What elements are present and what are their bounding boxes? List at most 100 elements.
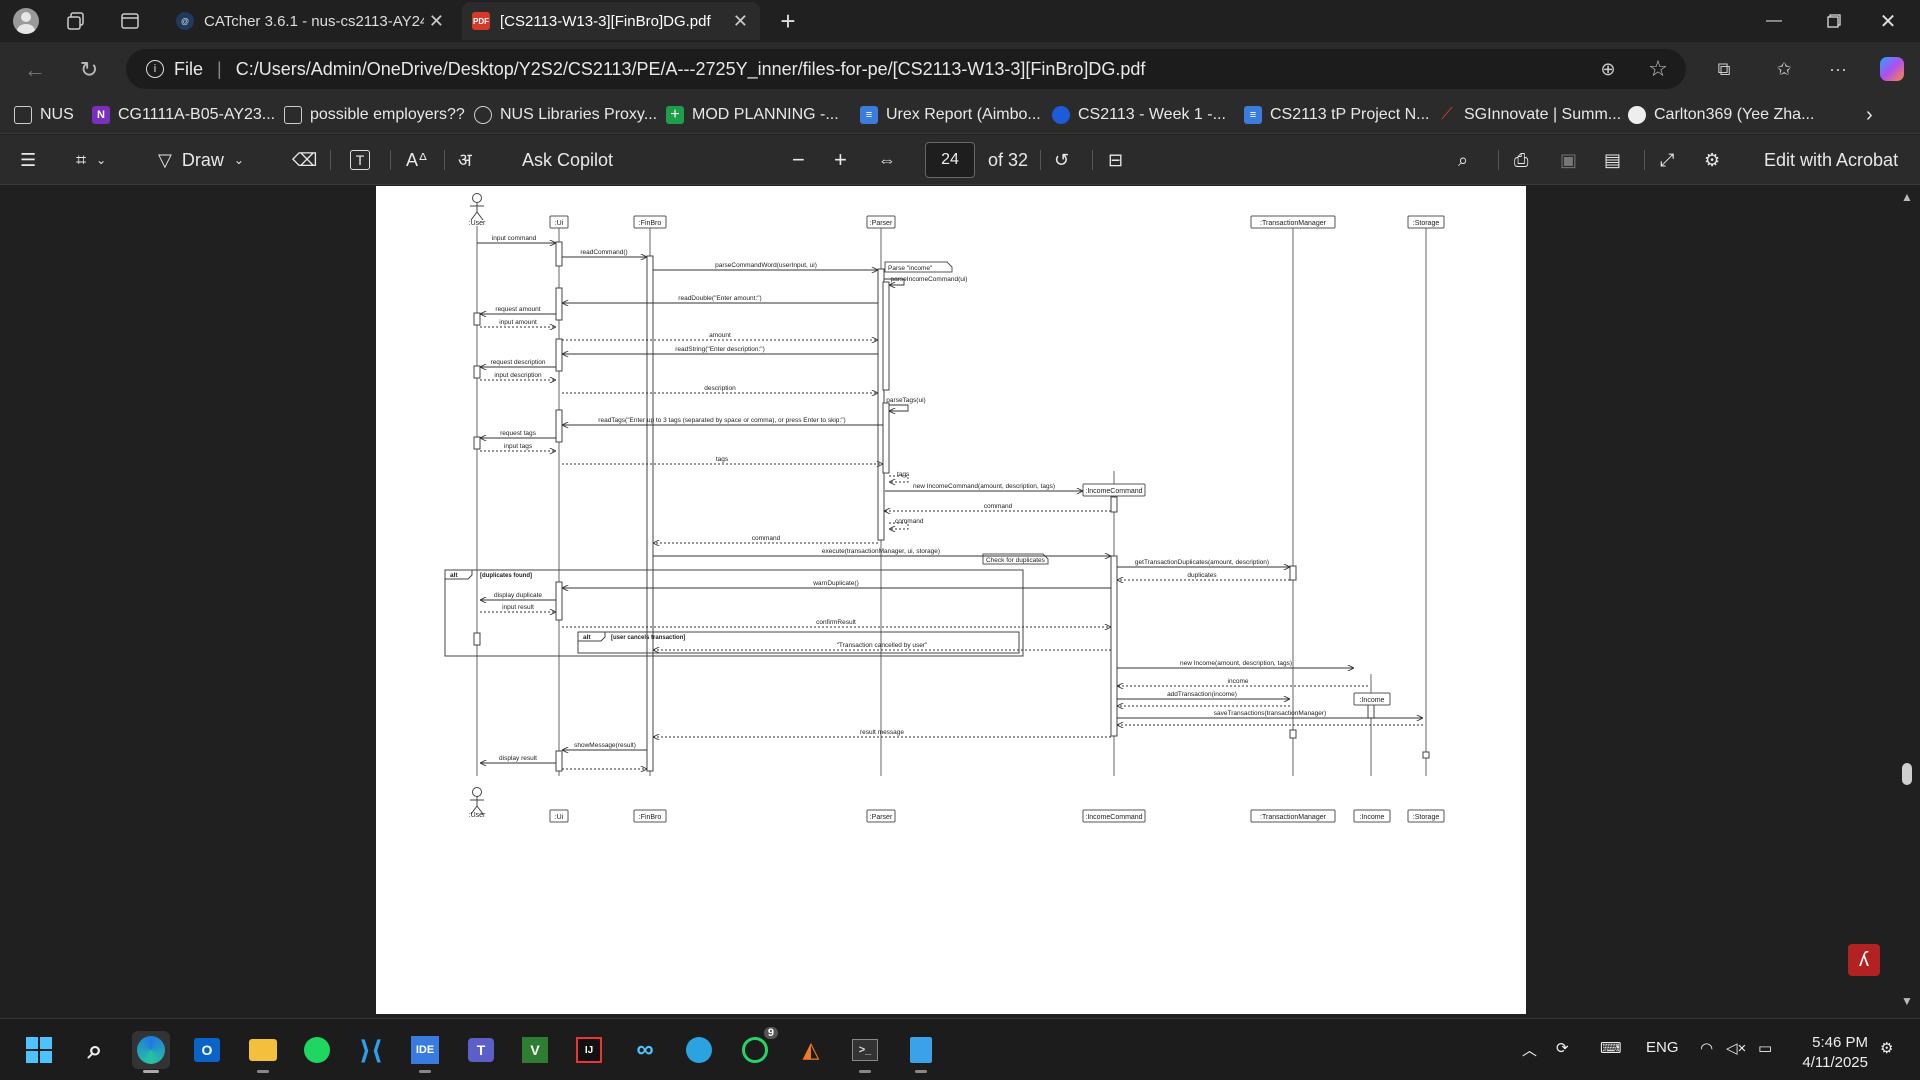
vscode-icon[interactable]: ⟩⟨ [352,1031,390,1069]
scrollbar-thumb[interactable] [1902,763,1912,785]
scroll-down-arrow-icon[interactable]: ▼ [1897,994,1917,1008]
new-tab-icon[interactable]: + [774,6,802,36]
infinity-app-icon[interactable]: ∞ [626,1031,664,1069]
search-icon[interactable]: ⌕ [76,1031,114,1069]
save-as-icon[interactable]: ▤ [1604,146,1621,174]
more-bookmarks-chevron-icon[interactable]: › [1866,104,1873,126]
bookmark-cs2113-tp[interactable]: ≡ CS2113 tP Project N... [1244,104,1429,126]
zoom-icon[interactable]: ⊕ [1594,55,1622,83]
message-label: tags [716,456,729,463]
terminal-icon[interactable]: >_ [846,1031,884,1073]
add-text-icon[interactable]: T [350,146,370,174]
spotify-icon[interactable] [298,1031,336,1069]
search-icon[interactable]: ⌕ [1458,146,1468,174]
page-view-icon[interactable]: ⊟ [1108,146,1123,174]
copilot-icon[interactable] [1878,55,1906,83]
bookmark-cg1111a[interactable]: N CG1111A-B05-AY23... [92,104,275,126]
contents-icon[interactable]: ☰ [20,146,36,174]
read-aloud-icon[interactable]: Aᐞ [406,146,428,174]
toolbar-divider [390,150,391,170]
scrollbar[interactable] [1896,186,1920,1018]
participant-label: :Storage [1413,220,1440,227]
keyboard-icon[interactable]: ⌨ [1600,1039,1622,1057]
chevron-down-icon[interactable]: ⌄ [96,153,106,167]
language-indicator[interactable]: ENG [1646,1039,1679,1056]
file-explorer-icon[interactable] [244,1031,282,1073]
fit-width-icon[interactable]: ⇔ [878,146,896,174]
clock[interactable]: 5:46 PM 4/11/2025 [1802,1033,1868,1073]
activation-transactionmanager [1289,565,1297,581]
sync-icon[interactable]: ⟳ [1556,1039,1569,1057]
catcher-favicon-icon: @ [176,12,194,30]
scroll-up-arrow-icon[interactable]: ▲ [1897,190,1917,204]
jetbrains-icon[interactable]: IJ [570,1031,608,1069]
close-tab-icon[interactable]: ✕ [733,11,748,32]
running-indicator [915,1070,927,1073]
teams-icon[interactable]: T [462,1031,500,1069]
intellij-icon[interactable]: IDE [406,1031,444,1073]
bookmark-urex[interactable]: ≡ Urex Report (Aimbo... [860,104,1041,126]
extensions-icon[interactable]: ⧉ [1710,55,1738,83]
toolbar-divider [1644,150,1645,170]
settings-gear-icon[interactable]: ⚙ [1704,146,1720,174]
back-arrow-icon[interactable]: ← [20,55,50,85]
minimize-icon[interactable]: — [1752,6,1796,36]
bookmark-employers[interactable]: possible employers?? [284,104,465,126]
workspaces-icon[interactable] [62,7,90,35]
refresh-icon[interactable]: ↻ [74,55,104,85]
notification-badge: 9 [763,1027,778,1039]
fullscreen-icon[interactable]: ⤢ [1660,146,1674,174]
highlight-icon[interactable]: ⌗ ⌄ [76,146,106,174]
restore-icon[interactable] [1812,6,1856,36]
activation-parser [882,402,890,474]
close-tab-icon[interactable]: ✕ [429,11,444,32]
bookmark-cs2113-week1[interactable]: CS2113 - Week 1 -... [1052,104,1226,126]
volume-muted-icon[interactable]: ◁× [1726,1039,1746,1057]
eraser-icon[interactable]: ⌫ [292,146,317,174]
profile-avatar-icon[interactable] [12,7,40,35]
ask-copilot-button[interactable]: Ask Copilot [522,146,613,174]
more-options-icon[interactable]: ··· [1824,55,1852,83]
page-number-input[interactable]: 24 [925,142,975,178]
tab-catcher[interactable]: @ CATcher 3.6.1 - nus-cs2113-AY2424S2 ✕ [166,2,456,40]
acrobat-icon[interactable]: ʎ [1848,944,1880,976]
favorite-star-icon[interactable]: ☆ [1644,55,1672,83]
info-icon[interactable]: i [146,60,164,78]
tray-chevron-icon[interactable]: ︿ [1522,1039,1537,1060]
edge-browser-icon[interactable] [132,1031,170,1073]
translate-icon[interactable]: अ [458,146,472,174]
bookmark-github[interactable]: Carlton369 (Yee Zha... [1628,104,1814,126]
close-window-icon[interactable]: ✕ [1866,6,1910,36]
outlook-icon[interactable]: O [188,1031,226,1069]
wifi-icon[interactable]: ◠ [1700,1039,1713,1057]
docs-icon: ≡ [860,106,878,124]
rotate-icon[interactable]: ↺ [1054,146,1069,174]
notifications-icon[interactable]: ⚙ [1880,1039,1893,1057]
url-input[interactable]: i File | C:/Users/Admin/OneDrive/Desktop… [126,49,1686,89]
draw-button[interactable]: ▽ Draw ⌄ [158,146,244,174]
message-label: result message [860,729,904,736]
zoom-out-icon[interactable]: − [792,146,805,174]
tab-pdf[interactable]: PDF [CS2113-W13-3][FinBro]DG.pdf ✕ [462,2,760,40]
start-windows-icon[interactable] [20,1031,58,1069]
save-icon[interactable]: ▣ [1560,146,1577,174]
whatsapp-icon[interactable]: 9 [736,1027,778,1069]
matlab-icon[interactable]: ◭ [792,1031,830,1069]
bookmark-mod-planning[interactable]: + MOD PLANNING -... [666,104,839,126]
zoom-in-icon[interactable]: + [834,146,847,174]
sequence-diagram: :User :Ui :FinBro :Parser :IncomeCommand… [444,193,1445,823]
telegram-icon[interactable] [680,1031,718,1069]
activation-user [473,312,481,326]
vs-icon[interactable]: V [516,1031,554,1069]
battery-icon[interactable]: ▭ [1758,1039,1772,1057]
bookmark-label: CS2113 - Week 1 -... [1078,106,1226,123]
bookmark-nus[interactable]: NUS [14,104,74,126]
edit-with-acrobat-button[interactable]: Edit with Acrobat [1764,146,1898,174]
tab-actions-icon[interactable] [116,7,144,35]
activation-storage [1422,751,1430,759]
notepad-icon[interactable] [902,1031,940,1073]
bookmark-libraries[interactable]: NUS Libraries Proxy... [474,104,657,126]
bookmark-sginnovate[interactable]: ⟋ SGInnovate | Summ... [1438,104,1621,126]
print-icon[interactable]: ⎙ [1514,146,1528,174]
favorites-icon[interactable]: ✩ [1770,55,1798,83]
